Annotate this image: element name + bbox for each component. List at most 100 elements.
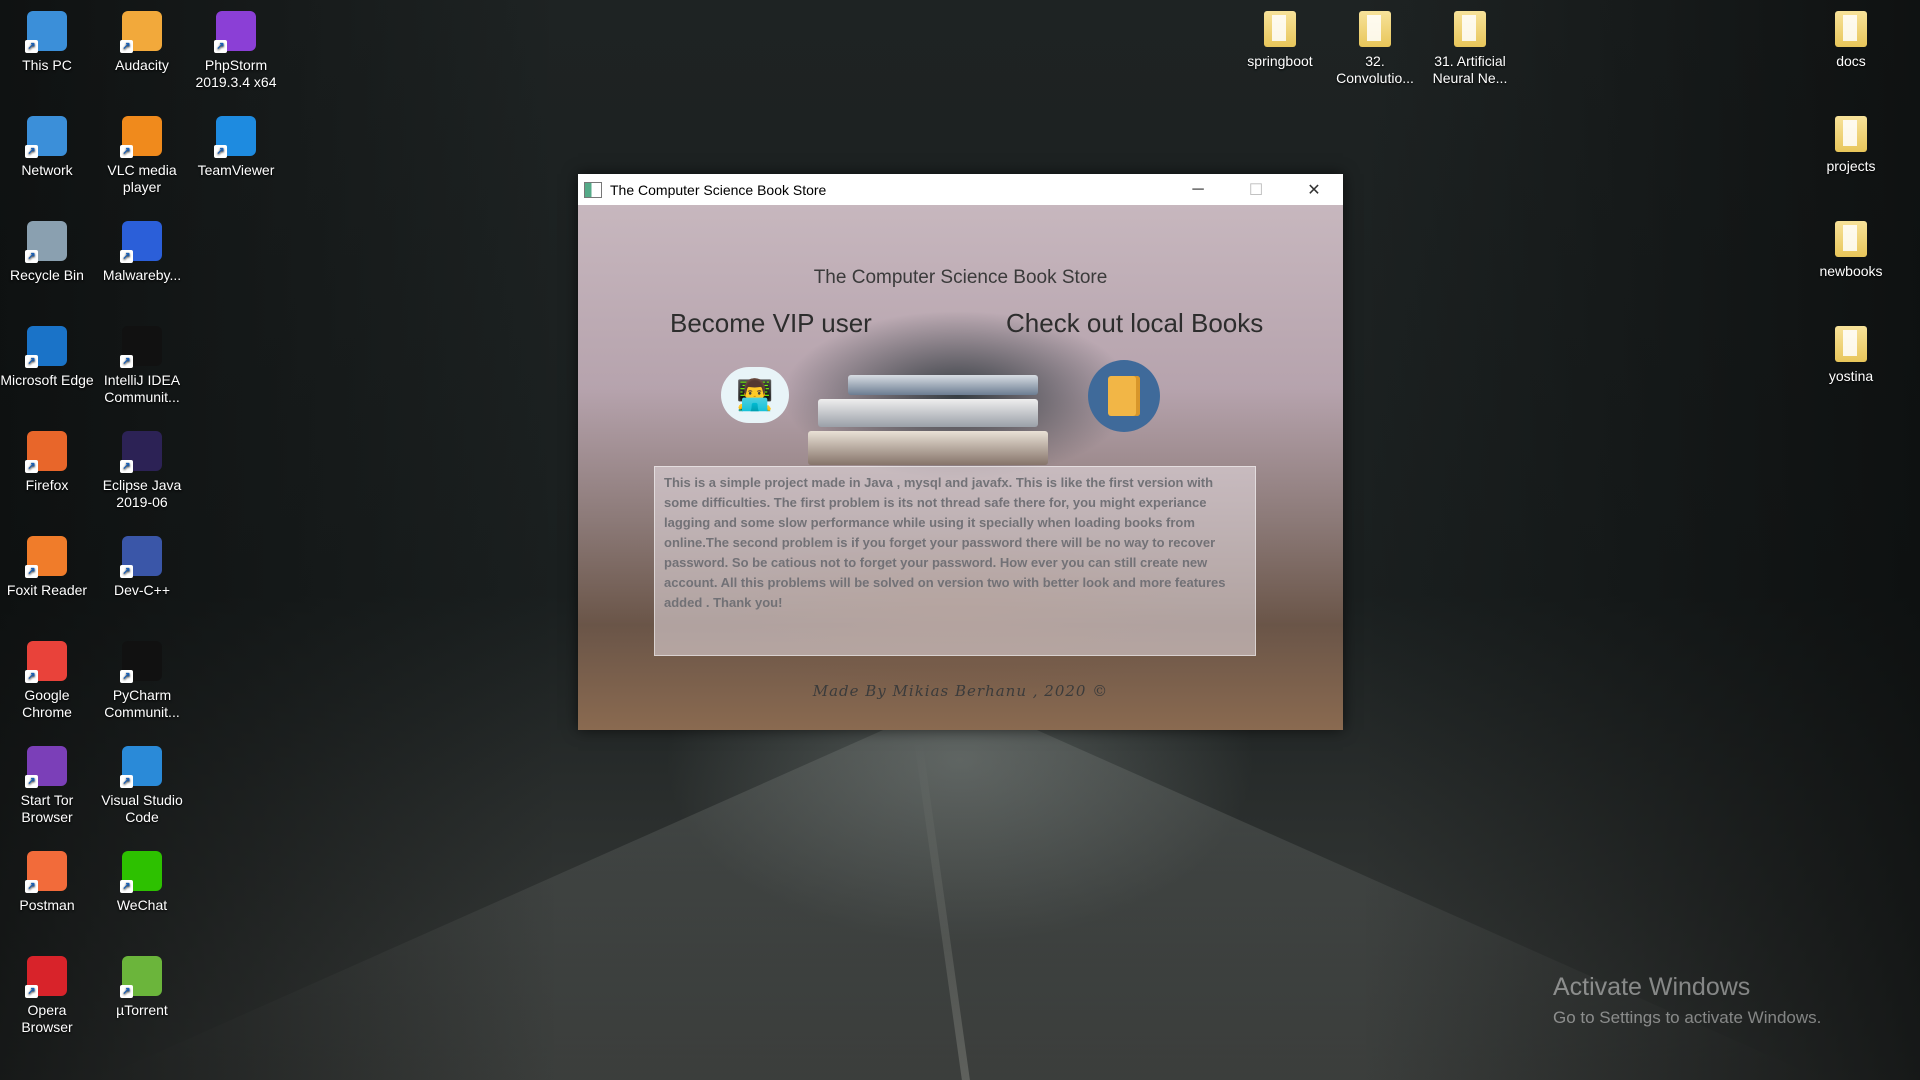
desktop-icon-label: springboot (1247, 53, 1313, 69)
window-title: The Computer Science Book Store (610, 181, 827, 198)
desktop-icon[interactable]: ↗ Visual Studio Code (95, 740, 189, 826)
phpstorm-icon: ↗ (214, 11, 256, 53)
shortcut-arrow-icon: ↗ (25, 880, 38, 893)
desktop-icon[interactable]: newbooks (1804, 215, 1898, 280)
network-icon: ↗ (25, 116, 67, 158)
desktop-icon[interactable]: ↗ VLC media player (95, 110, 189, 196)
book-shape (848, 375, 1038, 395)
shortcut-arrow-icon: ↗ (120, 565, 133, 578)
shortcut-arrow-icon: ↗ (120, 775, 133, 788)
desktop-icon[interactable]: ↗ Postman (0, 845, 94, 914)
shortcut-arrow-icon: ↗ (120, 145, 133, 158)
window-titlebar[interactable]: The Computer Science Book Store ─ ☐ ✕ (578, 174, 1343, 205)
desktop-icon[interactable]: springboot (1233, 5, 1327, 70)
desktop-icon-label: Visual Studio Code (101, 792, 183, 825)
book-shape (808, 431, 1048, 465)
folder-icon (1359, 11, 1391, 47)
desktop-icon[interactable]: ↗ TeamViewer (189, 110, 283, 179)
book-icon (1108, 376, 1140, 416)
shortcut-arrow-icon: ↗ (25, 145, 38, 158)
shortcut-arrow-icon: ↗ (25, 355, 38, 368)
pycharm-icon: ↗ (120, 641, 162, 683)
store-heading: The Computer Science Book Store (813, 267, 1108, 288)
desktop-icon[interactable]: 32. Convolutio... (1328, 5, 1422, 87)
maximize-button[interactable]: ☐ (1227, 174, 1285, 205)
wechat-icon: ↗ (120, 851, 162, 893)
desktop-icon-label: TeamViewer (197, 162, 275, 178)
postman-icon: ↗ (25, 851, 67, 893)
shortcut-arrow-icon: ↗ (25, 985, 38, 998)
close-button[interactable]: ✕ (1285, 174, 1343, 205)
desktop-icon[interactable]: ↗ µTorrent (95, 950, 189, 1019)
folder-icon (1835, 11, 1867, 47)
desktop-icon-label: Malwareby... (102, 267, 182, 283)
shortcut-arrow-icon: ↗ (25, 250, 38, 263)
desktop-icon-label: Recycle Bin (10, 267, 84, 283)
vscode-icon: ↗ (120, 746, 162, 788)
desktop-icon-label: Eclipse Java 2019-06 (102, 477, 182, 510)
shortcut-arrow-icon: ↗ (25, 565, 38, 578)
foxit-icon: ↗ (25, 536, 67, 578)
desktop-icon[interactable]: yostina (1804, 320, 1898, 385)
window-content: The Computer Science Book Store Become V… (578, 205, 1343, 730)
shortcut-arrow-icon: ↗ (214, 40, 227, 53)
desktop-icon-label: Audacity (115, 57, 169, 73)
desktop-icon[interactable]: ↗ Audacity (95, 5, 189, 74)
desktop-icon[interactable]: ↗ PyCharm Communit... (95, 635, 189, 721)
watermark-subtitle: Go to Settings to activate Windows. (1553, 1008, 1822, 1027)
desktop-icon[interactable]: ↗ IntelliJ IDEA Communit... (95, 320, 189, 406)
vip-user-icon[interactable]: 👨‍💻 (721, 367, 789, 423)
desktop-icon[interactable]: 31. Artificial Neural Ne... (1423, 5, 1517, 87)
desktop-icon[interactable]: docs (1804, 5, 1898, 70)
desktop-icon[interactable]: ↗ Firefox (0, 425, 94, 494)
shortcut-arrow-icon: ↗ (120, 460, 133, 473)
shortcut-arrow-icon: ↗ (214, 145, 227, 158)
devcpp-icon: ↗ (120, 536, 162, 578)
desktop-icon-label: Foxit Reader (6, 582, 88, 598)
desktop-icon[interactable]: ↗ Foxit Reader (0, 530, 94, 599)
book-store-window[interactable]: The Computer Science Book Store ─ ☐ ✕ Th… (578, 174, 1343, 730)
desktop-icon-label: Dev-C++ (113, 582, 171, 598)
local-books-button[interactable] (1088, 360, 1160, 432)
desktop-icon-label: Microsoft Edge (0, 372, 94, 388)
desktop-icon[interactable]: ↗ Microsoft Edge (0, 320, 94, 389)
description-text: This is a simple project made in Java , … (664, 475, 1226, 610)
folder-icon (1835, 221, 1867, 257)
desktop-icon[interactable]: ↗ Dev-C++ (95, 530, 189, 599)
shortcut-arrow-icon: ↗ (25, 460, 38, 473)
folder-icon (1264, 11, 1296, 47)
desktop-icon-label: Start Tor Browser (20, 792, 74, 825)
desktop-icon-label: Google Chrome (22, 687, 72, 720)
desktop-icon-label: 32. Convolutio... (1336, 53, 1414, 86)
desktop-icon[interactable]: ↗ PhpStorm 2019.3.4 x64 (189, 5, 283, 91)
desktop-icon[interactable]: ↗ Start Tor Browser (0, 740, 94, 826)
desktop-icon-label: yostina (1828, 368, 1874, 384)
computer-icon: ↗ (25, 11, 67, 53)
desktop-icon[interactable]: ↗ Google Chrome (0, 635, 94, 721)
activate-windows-watermark: Activate Windows Go to Settings to activ… (1553, 973, 1821, 1028)
desktop-icon[interactable]: ↗ Network (0, 110, 94, 179)
desktop-icon[interactable]: projects (1804, 110, 1898, 175)
shortcut-arrow-icon: ↗ (120, 355, 133, 368)
desktop-icon-label: VLC media player (107, 162, 177, 195)
shortcut-arrow-icon: ↗ (120, 880, 133, 893)
local-books-label[interactable]: Check out local Books (1006, 308, 1263, 339)
desktop-icon-label: newbooks (1819, 263, 1883, 279)
desktop-icon[interactable]: ↗ Malwareby... (95, 215, 189, 284)
desktop-icon[interactable]: ↗ WeChat (95, 845, 189, 914)
folder-icon (1835, 116, 1867, 152)
desktop-icon-label: 31. Artificial Neural Ne... (1432, 53, 1508, 86)
shortcut-arrow-icon: ↗ (25, 775, 38, 788)
minimize-button[interactable]: ─ (1169, 174, 1227, 205)
malwarebytes-icon: ↗ (120, 221, 162, 263)
opera-icon: ↗ (25, 956, 67, 998)
desktop-icon[interactable]: ↗ Eclipse Java 2019-06 (95, 425, 189, 511)
become-vip-label[interactable]: Become VIP user (670, 308, 872, 339)
desktop-icon[interactable]: ↗ Recycle Bin (0, 215, 94, 284)
watermark-title: Activate Windows (1553, 973, 1751, 1001)
vlc-icon: ↗ (120, 116, 162, 158)
desktop-icon[interactable]: ↗ Opera Browser (0, 950, 94, 1036)
book-shape (818, 399, 1038, 427)
app-window-icon (584, 181, 602, 198)
desktop-icon[interactable]: ↗ This PC (0, 5, 94, 74)
